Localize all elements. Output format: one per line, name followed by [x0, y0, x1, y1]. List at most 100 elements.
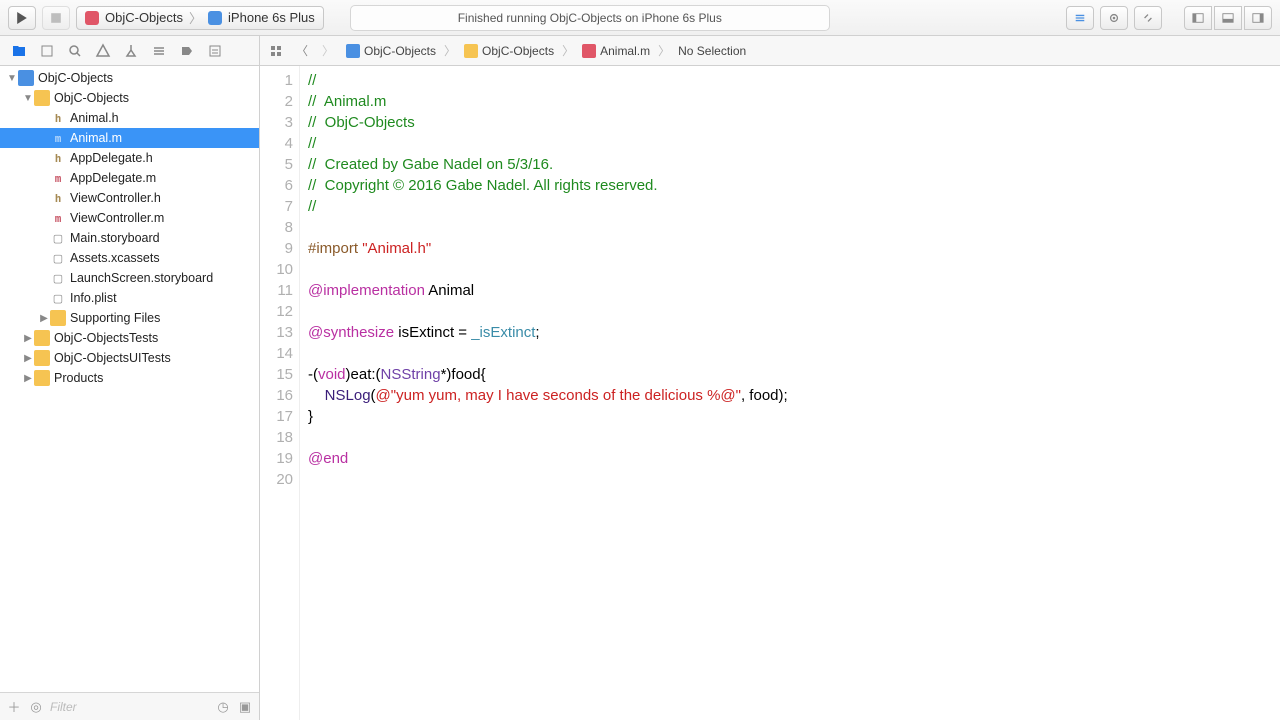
toggle-debug-button[interactable]: [1214, 6, 1242, 30]
run-button[interactable]: [8, 6, 36, 30]
file-icon: ▢: [50, 250, 66, 266]
file-icon: ▢: [50, 230, 66, 246]
scheme-device-label: iPhone 6s Plus: [228, 10, 315, 25]
disclosure-triangle-icon[interactable]: ▶: [22, 373, 34, 384]
folder-icon: [34, 350, 50, 366]
tree-file[interactable]: h AppDelegate.h: [0, 148, 259, 168]
file-icon: ▢: [50, 270, 66, 286]
jump-bar: 〈 〉 ObjC-Objects 〉 ObjC-Objects 〉 Animal…: [260, 36, 1280, 65]
tree-folder[interactable]: ▶ ObjC-ObjectsTests: [0, 328, 259, 348]
tree-item-label: Animal.h: [70, 111, 119, 125]
implementation-file-icon: m: [50, 130, 66, 146]
jump-folder[interactable]: ObjC-Objects: [460, 42, 558, 60]
disclosure-triangle-icon[interactable]: ▶: [38, 313, 50, 324]
tree-file[interactable]: ▢ LaunchScreen.storyboard: [0, 268, 259, 288]
tree-item-label: ViewController.h: [70, 191, 161, 205]
navigator-filter-bar: ＋ ◎ ◷ ▣: [0, 692, 259, 720]
file-icon: ▢: [50, 290, 66, 306]
tree-folder[interactable]: ▼ ObjC-Objects: [0, 88, 259, 108]
stop-button[interactable]: [42, 6, 70, 30]
recent-files-icon[interactable]: ◷: [215, 699, 231, 715]
jump-symbol[interactable]: No Selection: [674, 42, 750, 60]
editor-assistant-button[interactable]: [1100, 6, 1128, 30]
tree-item-label: ViewController.m: [70, 211, 164, 225]
tree-folder[interactable]: ▶ ObjC-ObjectsUITests: [0, 348, 259, 368]
project-navigator-tab[interactable]: [6, 40, 32, 62]
test-navigator-tab[interactable]: [118, 40, 144, 62]
project-tree[interactable]: ▼ ObjC-Objects ▼ ObjC-Objects h Animal.h m Anim…: [0, 66, 259, 692]
tree-folder[interactable]: ▶ Products: [0, 368, 259, 388]
implementation-file-icon: m: [50, 170, 66, 186]
editor-version-button[interactable]: [1134, 6, 1162, 30]
find-navigator-tab[interactable]: [62, 40, 88, 62]
tree-item-label: LaunchScreen.storyboard: [70, 271, 213, 285]
go-forward-button[interactable]: 〉: [318, 41, 338, 61]
report-navigator-tab[interactable]: [202, 40, 228, 62]
header-file-icon: h: [50, 190, 66, 206]
disclosure-triangle-icon[interactable]: ▼: [6, 73, 18, 84]
project-icon: [18, 70, 34, 86]
navigator-tabs: [0, 36, 260, 65]
chevron-right-icon: 〉: [658, 42, 670, 59]
chevron-right-icon: 〉: [562, 42, 574, 59]
header-file-icon: h: [50, 150, 66, 166]
folder-icon: [34, 370, 50, 386]
line-number-gutter: 1234567891011121314151617181920: [260, 66, 300, 720]
disclosure-triangle-icon[interactable]: ▶: [22, 333, 34, 344]
scheme-selector[interactable]: ObjC-Objects 〉 iPhone 6s Plus: [76, 6, 324, 30]
navigator-sidebar: ▼ ObjC-Objects ▼ ObjC-Objects h Animal.h m Anim…: [0, 66, 260, 720]
tree-file[interactable]: mAppDelegate.m: [0, 168, 259, 188]
toggle-utilities-button[interactable]: [1244, 6, 1272, 30]
tree-item-label: Supporting Files: [70, 311, 160, 325]
tree-file[interactable]: m Animal.m: [0, 128, 259, 148]
scm-status-icon[interactable]: ▣: [237, 699, 253, 715]
source-editor[interactable]: 1234567891011121314151617181920 //// Ani…: [260, 66, 1280, 720]
tree-item-label: Assets.xcassets: [70, 251, 160, 265]
issue-navigator-tab[interactable]: [90, 40, 116, 62]
add-button[interactable]: ＋: [6, 699, 22, 715]
tree-item-label: Info.plist: [70, 291, 117, 305]
disclosure-triangle-icon[interactable]: ▼: [22, 93, 34, 104]
editor-standard-button[interactable]: [1066, 6, 1094, 30]
tree-folder[interactable]: ▼ ObjC-Objects: [0, 68, 259, 88]
folder-icon: [50, 310, 66, 326]
tree-file[interactable]: h ViewController.h: [0, 188, 259, 208]
implementation-file-icon: m: [50, 210, 66, 226]
code-content[interactable]: //// Animal.m// ObjC-Objects//// Created…: [300, 66, 1280, 720]
toggle-navigator-button[interactable]: [1184, 6, 1212, 30]
breakpoint-navigator-tab[interactable]: [174, 40, 200, 62]
tree-item-label: ObjC-Objects: [54, 91, 129, 105]
panel-toggle-group: [1184, 6, 1272, 30]
jump-file[interactable]: Animal.m: [578, 42, 654, 60]
chevron-right-icon: 〉: [189, 8, 202, 27]
go-back-button[interactable]: 〈: [292, 41, 312, 61]
related-items-button[interactable]: [266, 41, 286, 61]
jump-project[interactable]: ObjC-Objects: [342, 42, 440, 60]
tree-item-label: Main.storyboard: [70, 231, 160, 245]
tree-file[interactable]: ▢ Main.storyboard: [0, 228, 259, 248]
folder-icon: [34, 90, 50, 106]
sub-toolbar: 〈 〉 ObjC-Objects 〉 ObjC-Objects 〉 Animal…: [0, 36, 1280, 66]
header-file-icon: h: [50, 110, 66, 126]
tree-item-label: Products: [54, 371, 103, 385]
tree-item-label: ObjC-ObjectsTests: [54, 331, 158, 345]
tree-folder[interactable]: ▶ Supporting Files: [0, 308, 259, 328]
tree-file[interactable]: ▢ Assets.xcassets: [0, 248, 259, 268]
chevron-right-icon: 〉: [444, 42, 456, 59]
scheme-target-label: ObjC-Objects: [105, 10, 183, 25]
symbol-navigator-tab[interactable]: [34, 40, 60, 62]
main-area: ▼ ObjC-Objects ▼ ObjC-Objects h Animal.h m Anim…: [0, 66, 1280, 720]
tree-file[interactable]: m ViewController.m: [0, 208, 259, 228]
tree-item-label: ObjC-ObjectsUITests: [54, 351, 171, 365]
disclosure-triangle-icon[interactable]: ▶: [22, 353, 34, 364]
debug-navigator-tab[interactable]: [146, 40, 172, 62]
main-toolbar: ObjC-Objects 〉 iPhone 6s Plus Finished r…: [0, 0, 1280, 36]
activity-status: Finished running ObjC-Objects on iPhone …: [350, 5, 830, 31]
tree-file[interactable]: h Animal.h: [0, 108, 259, 128]
tree-item-label: Animal.m: [70, 131, 122, 145]
tree-file[interactable]: ▢ Info.plist: [0, 288, 259, 308]
tree-item-label: ObjC-Objects: [38, 71, 113, 85]
tree-item-label: AppDelegate.h: [70, 151, 153, 165]
filter-input[interactable]: [50, 700, 209, 714]
filter-scope-icon[interactable]: ◎: [28, 699, 44, 715]
